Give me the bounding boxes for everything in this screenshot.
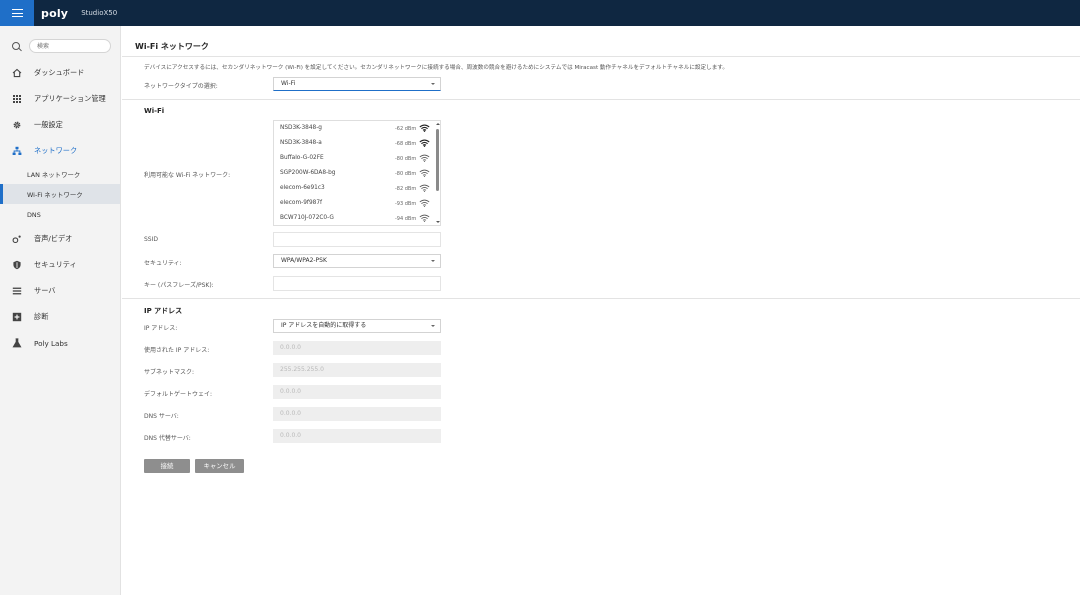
search-icon — [12, 42, 20, 50]
menu-button[interactable] — [0, 0, 34, 26]
wifi-signal-icon — [419, 139, 430, 147]
server-icon — [12, 286, 22, 296]
available-networks-label: 利用可能な Wi-Fi ネットワーク: — [144, 172, 231, 179]
sidebar-item-network[interactable]: ネットワーク — [0, 140, 120, 162]
wifi-signal-icon — [419, 214, 430, 222]
security-label: セキュリティ: — [144, 260, 182, 267]
device-name: StudioX50 — [81, 9, 118, 17]
connect-button[interactable]: 接続 — [144, 459, 190, 473]
diagnostics-icon — [12, 312, 22, 322]
page-title: Wi-Fi ネットワーク — [135, 42, 209, 51]
used-ip-label: 使用された IP アドレス: — [144, 347, 210, 354]
hamburger-icon — [11, 9, 23, 17]
cancel-button[interactable]: キャンセル — [195, 459, 244, 473]
wifi-network-list[interactable]: NSD3K-3848-g -62 dBm NSD3K-3848-a -68 dB… — [273, 120, 441, 226]
audio-video-icon — [12, 234, 22, 244]
sidebar-subitem-wifi[interactable]: Wi-Fi ネットワーク — [0, 184, 120, 204]
dns-server-label: DNS サーバ: — [144, 413, 179, 420]
wifi-signal-icon — [419, 184, 430, 192]
sidebar-search — [12, 39, 112, 53]
wifi-network-item[interactable]: elecom-9f987f -93 dBm — [274, 196, 434, 211]
sidebar-item-audio-video[interactable]: 音声/ビデオ — [0, 228, 120, 250]
ssid-input[interactable] — [273, 232, 441, 247]
sidebar-item-security[interactable]: セキュリティ — [0, 254, 120, 276]
key-input[interactable] — [273, 276, 441, 291]
wifi-network-item[interactable]: NSD3K-3848-a -68 dBm — [274, 136, 434, 151]
home-icon — [12, 68, 22, 78]
sidebar-subitem-dns[interactable]: DNS — [0, 205, 120, 225]
wifi-section-title: Wi-Fi — [144, 107, 165, 115]
page-description: デバイスにアクセスするには、セカンダリネットワーク (Wi-Fi) を設定してく… — [144, 65, 728, 71]
network-icon — [12, 146, 22, 156]
shield-icon — [12, 260, 22, 270]
top-bar: poly StudioX50 — [0, 0, 1080, 26]
scrollbar-thumb[interactable] — [436, 129, 439, 191]
main-content: Wi-Fi ネットワーク デバイスにアクセスするには、セカンダリネットワーク (… — [122, 26, 1080, 595]
divider — [122, 99, 1080, 100]
sidebar: ダッシュボード アプリケーション管理 一般設定 ネットワーク LAN ネットワー… — [0, 26, 121, 595]
wifi-network-item[interactable]: SGP200W-6DA8-bg -80 dBm — [274, 166, 434, 181]
scroll-down-arrow-icon[interactable] — [436, 221, 440, 223]
wifi-signal-icon — [419, 154, 430, 162]
network-type-select[interactable]: Wi-Fi — [273, 77, 441, 91]
scroll-up-arrow-icon[interactable] — [436, 123, 440, 125]
caret-down-icon — [431, 260, 435, 262]
apps-grid-icon — [12, 94, 22, 104]
sidebar-item-server[interactable]: サーバ — [0, 280, 120, 302]
sidebar-item-poly-labs[interactable]: Poly Labs — [0, 332, 120, 354]
wifi-signal-icon — [419, 199, 430, 207]
divider — [122, 298, 1080, 299]
caret-down-icon — [431, 325, 435, 327]
ssid-label: SSID — [144, 236, 159, 243]
wifi-signal-icon — [419, 169, 430, 177]
ip-address-label: IP アドレス: — [144, 325, 178, 332]
wifi-list-scrollbar[interactable] — [435, 121, 440, 225]
security-select[interactable]: WPA/WPA2-PSK — [273, 254, 441, 268]
wifi-network-item[interactable]: Buffalo-G-02FE -80 dBm — [274, 151, 434, 166]
dns-alt-server-field: 0.0.0.0 — [273, 429, 441, 443]
subnet-mask-label: サブネットマスク: — [144, 369, 195, 376]
dns-alt-server-label: DNS 代替サーバ: — [144, 435, 191, 442]
divider — [122, 56, 1080, 57]
sidebar-item-app-management[interactable]: アプリケーション管理 — [0, 88, 120, 110]
subnet-mask-field: 255.255.255.0 — [273, 363, 441, 377]
key-label: キー (パスフレーズ/PSK): — [144, 282, 214, 289]
wifi-network-item[interactable]: elecom-6e91c3 -82 dBm — [274, 181, 434, 196]
used-ip-field: 0.0.0.0 — [273, 341, 441, 355]
network-type-label: ネットワークタイプの選択: — [144, 83, 218, 90]
search-input[interactable] — [29, 39, 111, 53]
ip-address-select[interactable]: IP アドレスを自動的に取得する — [273, 319, 441, 333]
caret-down-icon — [431, 83, 435, 85]
default-gateway-field: 0.0.0.0 — [273, 385, 441, 399]
default-gateway-label: デフォルトゲートウェイ: — [144, 391, 213, 398]
sidebar-item-general-settings[interactable]: 一般設定 — [0, 114, 120, 136]
ip-section-title: IP アドレス — [144, 307, 183, 315]
poly-logo: poly — [41, 6, 69, 20]
sidebar-item-diagnostics[interactable]: 診断 — [0, 306, 120, 328]
sidebar-item-dashboard[interactable]: ダッシュボード — [0, 62, 120, 84]
flask-icon — [12, 338, 22, 348]
sidebar-subitem-lan[interactable]: LAN ネットワーク — [0, 164, 120, 184]
wifi-network-item[interactable]: NSD3K-3848-g -62 dBm — [274, 121, 434, 136]
dns-server-field: 0.0.0.0 — [273, 407, 441, 421]
gear-icon — [12, 120, 22, 130]
wifi-signal-icon — [419, 124, 430, 132]
wifi-network-item[interactable]: BCW710J-072C0-G -94 dBm — [274, 211, 434, 225]
